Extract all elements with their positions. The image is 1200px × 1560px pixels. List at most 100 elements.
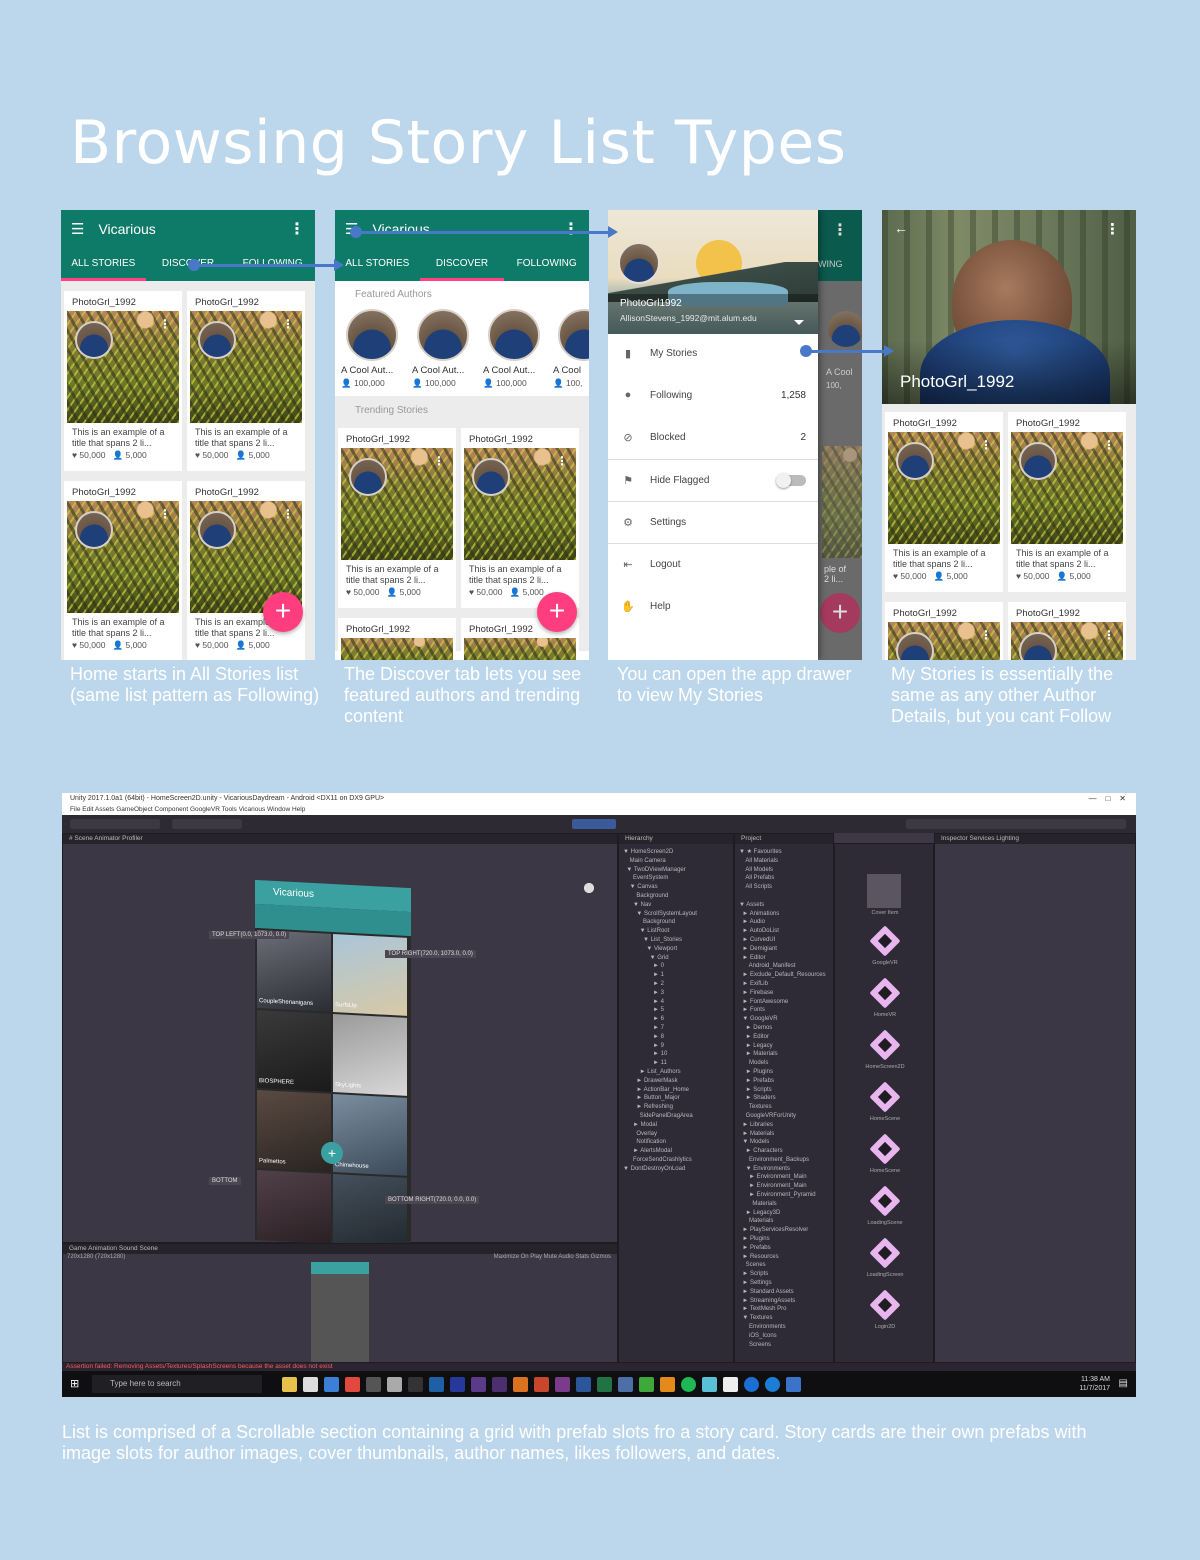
excel-icon[interactable] [597,1376,612,1392]
scene-tabs[interactable]: # Scene Animator Profiler [63,834,617,844]
scene-panel[interactable]: # Scene Animator Profiler Vicarious Coup… [62,833,618,1249]
card-menu-icon[interactable]: ⋮ [433,454,445,468]
tab-discover[interactable]: DISCOVER [419,248,505,281]
card-menu-icon[interactable]: ⋮ [159,507,171,521]
photoshop-icon[interactable] [450,1376,465,1392]
drawer-item-logout[interactable]: ⇤ Logout [608,543,818,585]
taskbar-search[interactable]: Type here to search [92,1375,262,1393]
powerpoint-icon[interactable] [534,1376,549,1392]
drawer-item-hide-flagged[interactable]: ⚑ Hide Flagged [608,459,818,501]
overflow-menu-icon[interactable]: ⋮ [289,219,305,239]
featured-author[interactable]: A Cool 👤 100, [553,309,589,389]
calculator-icon[interactable] [303,1376,318,1392]
asset-thumbnail[interactable] [867,874,901,908]
story-card[interactable]: PhotoGrl_1992 ⋮ This is an example of a … [64,291,182,471]
account-layers-layout[interactable] [906,819,1126,829]
app-icon[interactable] [387,1376,402,1392]
game-resolution[interactable]: 720x1280 (720x1280) [67,1254,125,1260]
illustrator-icon[interactable] [513,1376,528,1392]
game-tabs[interactable]: Game Animation Sound Scene [63,1244,617,1254]
card-menu-icon[interactable]: ⋮ [159,317,171,331]
story-card[interactable]: PhotoGrl_1992 ⋮ This is an example of a … [461,428,579,608]
story-card[interactable]: PhotoGrl_1992 ⋮ This is an example of a … [885,412,1003,592]
window-controls[interactable]: — □ ✕ [1089,793,1126,805]
project-panel[interactable]: Project ▼ ★ Favourites All Materials All… [734,833,834,1363]
vlc-icon[interactable] [660,1376,675,1392]
project-tree[interactable]: ▼ ★ Favourites All Materials All Models … [739,848,829,1349]
app-icon[interactable] [702,1376,717,1392]
inspector-tabs[interactable]: Inspector Services Lighting [935,834,1135,844]
menu-icon[interactable]: ☰ [71,220,84,238]
after-effects-icon[interactable] [492,1376,507,1392]
featured-author[interactable]: A Cool Aut... 👤 100,000 [412,309,478,389]
story-card[interactable]: PhotoGrl_1992 ⋮ This is an example of a … [338,428,456,608]
story-card[interactable]: PhotoGrl_1992 ⋮ This is an example of a … [64,481,182,660]
unity-scene-icon[interactable] [869,1029,901,1061]
unity-icon[interactable] [723,1376,738,1392]
project-tab[interactable]: Project [735,834,833,844]
transform-tools[interactable] [70,819,160,829]
inspector-panel[interactable]: Inspector Services Lighting [934,833,1136,1363]
hide-flagged-toggle[interactable] [776,472,806,488]
play-controls[interactable] [572,819,616,829]
story-card[interactable]: PhotoGrl_1992 ⋮ This is an example of a … [187,481,305,660]
app-icon[interactable] [744,1376,759,1392]
project-assets[interactable]: Cover Item GoogleVR HomeVR HomeScreen2D … [834,843,934,1363]
unity-scene-icon[interactable] [869,1185,901,1217]
app-icon[interactable] [618,1376,633,1392]
app-icon[interactable] [366,1376,381,1392]
scene-gizmo-icon[interactable] [575,874,603,902]
unity-scene-icon[interactable] [869,1289,901,1321]
back-arrow-icon[interactable]: ← [894,220,908,236]
unity-scene-icon[interactable] [869,1237,901,1269]
tab-all-stories[interactable]: ALL STORIES [61,248,146,281]
game-panel[interactable]: Game Animation Sound Scene 720x1280 (720… [62,1243,618,1363]
drawer-item-blocked[interactable]: ⊘ Blocked 2 [608,416,818,458]
tab-all-stories[interactable]: ALL STORIES [335,248,420,281]
overflow-menu-icon[interactable]: ⋮ [1105,220,1120,238]
drawer-item-following[interactable]: ● Following 1,258 [608,374,818,416]
card-menu-icon[interactable]: ⋮ [1103,628,1115,642]
console-error[interactable]: Assertion failed: Removing Assets/Textur… [62,1363,1136,1371]
unity-scene-icon[interactable] [869,1133,901,1165]
account-dropdown-icon[interactable] [794,320,804,325]
file-explorer-icon[interactable] [282,1376,297,1392]
premiere-icon[interactable] [471,1376,486,1392]
card-menu-icon[interactable]: ⋮ [282,507,294,521]
game-options[interactable]: Maximize On Play Mute Audio Stats Gizmos [494,1254,611,1260]
notifications-icon[interactable]: ▤ [1119,1378,1128,1389]
unity-scene-icon[interactable] [869,1081,901,1113]
story-card[interactable]: PhotoGrl_1992 ⋮ [885,602,1003,660]
pivot-toggle[interactable] [172,819,242,829]
card-menu-icon[interactable]: ⋮ [282,317,294,331]
story-card[interactable]: PhotoGrl_1992 ⋮ This is an example of a … [1008,412,1126,592]
card-menu-icon[interactable]: ⋮ [980,438,992,452]
drawer-item-help[interactable]: ✋ Help [608,585,818,627]
hierarchy-tab[interactable]: Hierarchy [619,834,733,844]
overflow-menu-icon[interactable]: ⋮ [563,219,579,239]
app-icon[interactable] [639,1376,654,1392]
card-menu-icon[interactable]: ⋮ [556,454,568,468]
chrome-icon[interactable] [345,1376,360,1392]
drawer-item-settings[interactable]: ⚙ Settings [608,501,818,543]
app-icon[interactable] [429,1376,444,1392]
featured-author[interactable]: A Cool Aut... 👤 100,000 [483,309,549,389]
app-icon[interactable] [786,1376,801,1392]
story-card[interactable]: PhotoGrl_1992 ⋮ [1008,602,1126,660]
onenote-icon[interactable] [555,1376,570,1392]
featured-author[interactable]: A Cool Aut... 👤 100,000 [341,309,407,389]
app-icon[interactable] [324,1376,339,1392]
story-card[interactable]: PhotoGrl_1992 ⋮ This is an example of a … [187,291,305,471]
hierarchy-panel[interactable]: Hierarchy ▼ HomeScreen2D Main Camera ▼ T… [618,833,734,1363]
word-icon[interactable] [576,1376,591,1392]
card-menu-icon[interactable]: ⋮ [980,628,992,642]
menu-bar[interactable]: File Edit Assets GameObject Component Go… [62,805,1136,815]
spotify-icon[interactable] [681,1376,696,1392]
add-story-button[interactable]: + [537,592,577,632]
windows-start-icon[interactable]: ⊞ [70,1377,79,1390]
avatar[interactable] [618,242,660,284]
app-icon[interactable] [765,1376,780,1392]
hierarchy-tree[interactable]: ▼ HomeScreen2D Main Camera ▼ TwoDViewMan… [623,848,729,1173]
unity-scene-icon[interactable] [869,925,901,957]
taskbar-clock[interactable]: 11:38 AM 11/7/2017 [1079,1375,1110,1393]
